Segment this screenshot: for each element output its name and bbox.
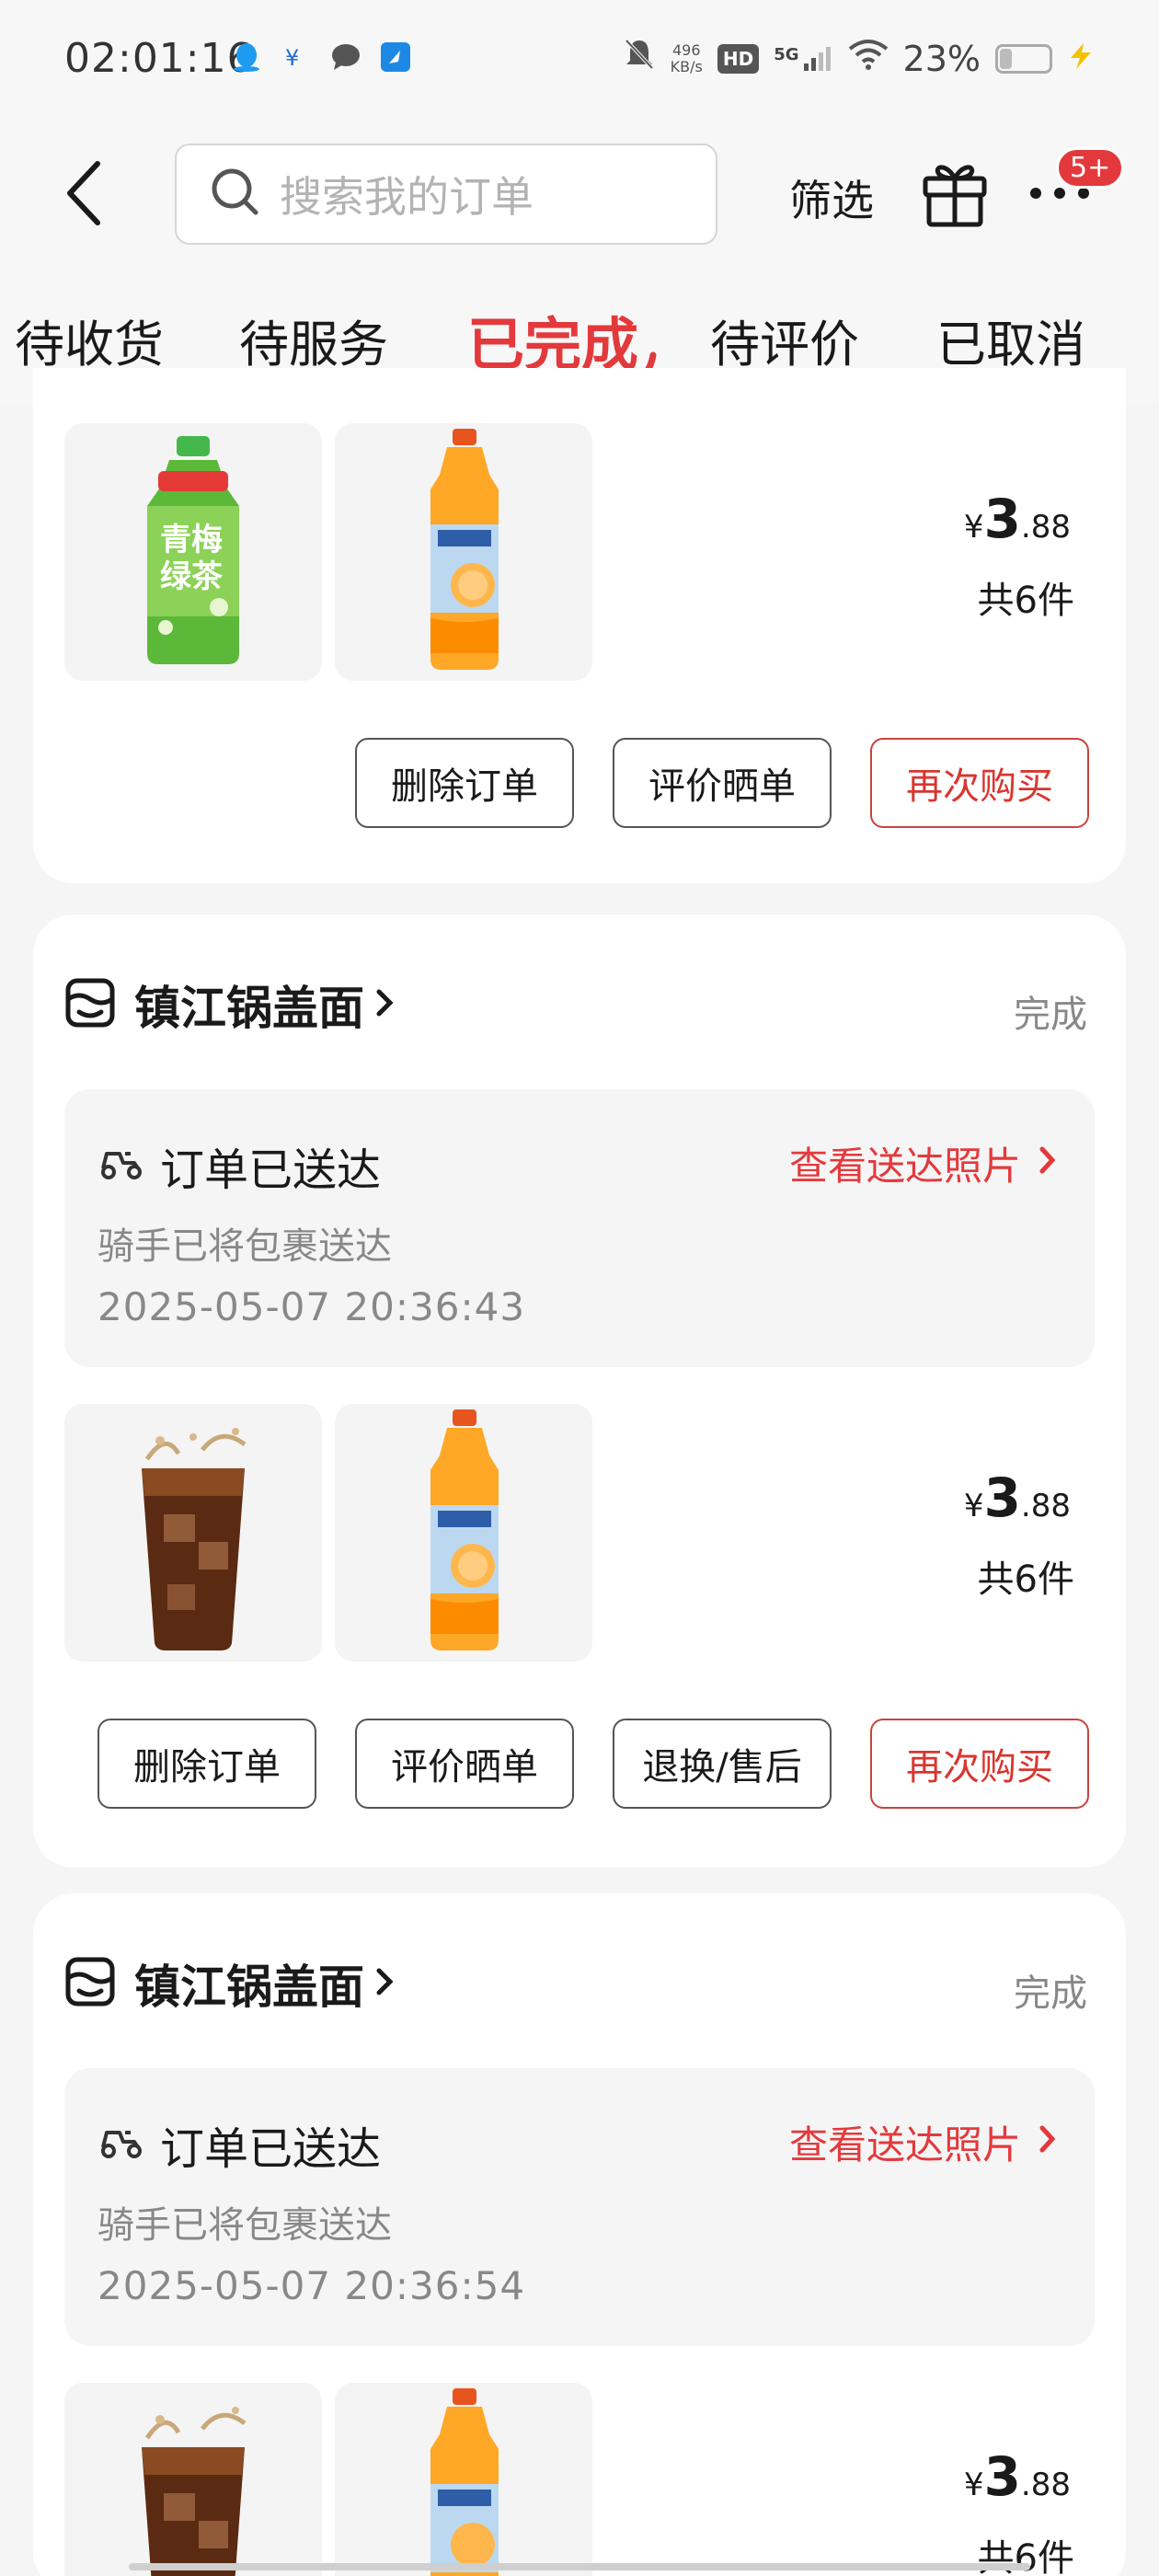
- svg-text:青梅: 青梅: [160, 522, 223, 558]
- delivery-info[interactable]: 订单已送达 查看送达照片 骑手已将包裹送达 2025-05-07 20:36:4…: [64, 1089, 1095, 1367]
- delivery-title: 订单已送达: [160, 1144, 382, 1196]
- svg-text:¥: ¥: [285, 45, 299, 71]
- order-card[interactable]: 镇江锅盖面 完成 订单已送达 查看送达照片 骑手已将包裹送达 2025-05-0…: [33, 914, 1126, 1868]
- charging-icon: [1067, 39, 1095, 79]
- view-delivery-photo-link[interactable]: 查看送达照片: [789, 2114, 1058, 2170]
- product-thumb[interactable]: [335, 1404, 592, 1662]
- more-badge: 5+: [1056, 147, 1125, 189]
- delete-order-button[interactable]: 删除订单: [355, 738, 574, 828]
- delivery-subtitle: 骑手已将包裹送达: [98, 2204, 392, 2247]
- tab-pending-review[interactable]: 待评价: [710, 304, 859, 376]
- chevron-right-icon: [373, 984, 396, 1025]
- battery-percent: 23%: [902, 38, 981, 79]
- return-aftersale-button[interactable]: 退换/售后: [613, 1719, 832, 1809]
- filter-button[interactable]: 筛选: [789, 167, 874, 228]
- cola-glass-image: [142, 2407, 247, 2576]
- delivery-time: 2025-05-07 20:36:54: [98, 2263, 526, 2308]
- battery-icon: [995, 43, 1052, 74]
- mute-icon: [623, 37, 656, 80]
- gift-icon[interactable]: [920, 156, 990, 230]
- delivery-scooter-icon: [98, 2120, 143, 2164]
- order-card[interactable]: 青梅 绿茶 ¥3.88 共6件 删除订单 评价晒单 再次购买: [33, 368, 1126, 883]
- buy-again-button[interactable]: 再次购买: [870, 738, 1089, 828]
- delivery-title: 订单已送达: [160, 2123, 382, 2175]
- status-right: 496 KB/s HD 5G 23%: [623, 37, 1095, 80]
- wifi-icon: [848, 38, 889, 79]
- message-icon: [329, 40, 362, 74]
- order-status: 完成: [1014, 994, 1087, 1036]
- shop-name[interactable]: 镇江锅盖面: [134, 972, 364, 1038]
- orange-juice-bottle-image: [430, 2388, 499, 2576]
- home-indicator[interactable]: [129, 2563, 1030, 2570]
- delivery-info[interactable]: 订单已送达 查看送达照片 骑手已将包裹送达 2025-05-07 20:36:5…: [64, 2068, 1095, 2346]
- delivery-subtitle: 骑手已将包裹送达: [98, 1225, 392, 1268]
- tab-cancelled[interactable]: 已取消: [936, 304, 1085, 376]
- delivery-time: 2025-05-07 20:36:43: [98, 1284, 526, 1329]
- item-count: 共6件: [977, 1558, 1074, 1601]
- order-price: ¥3.88: [963, 1466, 1071, 1529]
- search-input[interactable]: 搜索我的订单: [175, 144, 717, 245]
- status-bar: 02:01:16 ¥ 496 KB/s HD 5G 23%: [0, 0, 1159, 120]
- cola-glass-image: [142, 1428, 247, 1650]
- shop-header[interactable]: 镇江锅盖面: [64, 972, 396, 1038]
- review-button[interactable]: 评价晒单: [613, 738, 832, 828]
- orange-juice-bottle-image: [430, 429, 499, 670]
- delete-order-button[interactable]: 删除订单: [98, 1719, 316, 1809]
- tab-pending-service[interactable]: 待服务: [239, 304, 388, 376]
- hd-icon: HD: [717, 43, 760, 74]
- svg-text:绿茶: 绿茶: [160, 558, 224, 595]
- view-delivery-photo-link[interactable]: 查看送达照片: [789, 1135, 1058, 1191]
- tab-pending-receipt[interactable]: 待收货: [15, 304, 164, 376]
- product-thumb[interactable]: [335, 423, 592, 681]
- shop-icon: [64, 1956, 116, 2011]
- delivery-scooter-icon: [98, 1141, 143, 1185]
- review-button[interactable]: 评价晒单: [355, 1719, 574, 1809]
- status-time: 02:01:16: [64, 35, 254, 82]
- product-thumb[interactable]: 青梅 绿茶: [64, 423, 322, 681]
- bank-icon: ¥: [280, 40, 313, 74]
- chevron-right-icon: [373, 1963, 396, 2004]
- shop-icon: [64, 977, 116, 1032]
- order-card[interactable]: 镇江锅盖面 完成 订单已送达 查看送达照片 骑手已将包裹送达 2025-05-0…: [33, 1893, 1126, 2576]
- shop-name[interactable]: 镇江锅盖面: [134, 1950, 364, 2017]
- qq-icon: [230, 40, 263, 74]
- net-speed: 496 KB/s: [670, 40, 703, 75]
- search-placeholder: 搜索我的订单: [280, 172, 534, 222]
- shop-header[interactable]: 镇江锅盖面: [64, 1950, 396, 2017]
- chevron-right-icon: [1038, 2120, 1058, 2165]
- notification-icons: ¥: [230, 40, 412, 74]
- back-button[interactable]: [55, 156, 120, 230]
- header: 搜索我的订单 筛选 5+: [0, 120, 1159, 267]
- orange-juice-bottle-image: [430, 1409, 499, 1650]
- item-count: 共6件: [977, 580, 1074, 622]
- product-thumb[interactable]: [64, 1404, 322, 1662]
- order-status: 完成: [1014, 1972, 1087, 2015]
- signal-icon: 5G: [774, 45, 832, 73]
- order-price: ¥3.88: [963, 488, 1071, 550]
- order-price: ¥3.88: [963, 2445, 1071, 2508]
- green-tea-bottle-image: 青梅 绿茶: [147, 436, 239, 664]
- product-thumb[interactable]: [335, 2383, 592, 2576]
- chevron-right-icon: [1038, 1141, 1058, 1186]
- buy-again-button[interactable]: 再次购买: [870, 1719, 1089, 1809]
- app-notification-icon: [379, 40, 412, 74]
- product-thumb[interactable]: [64, 2383, 322, 2576]
- search-icon: [210, 167, 261, 222]
